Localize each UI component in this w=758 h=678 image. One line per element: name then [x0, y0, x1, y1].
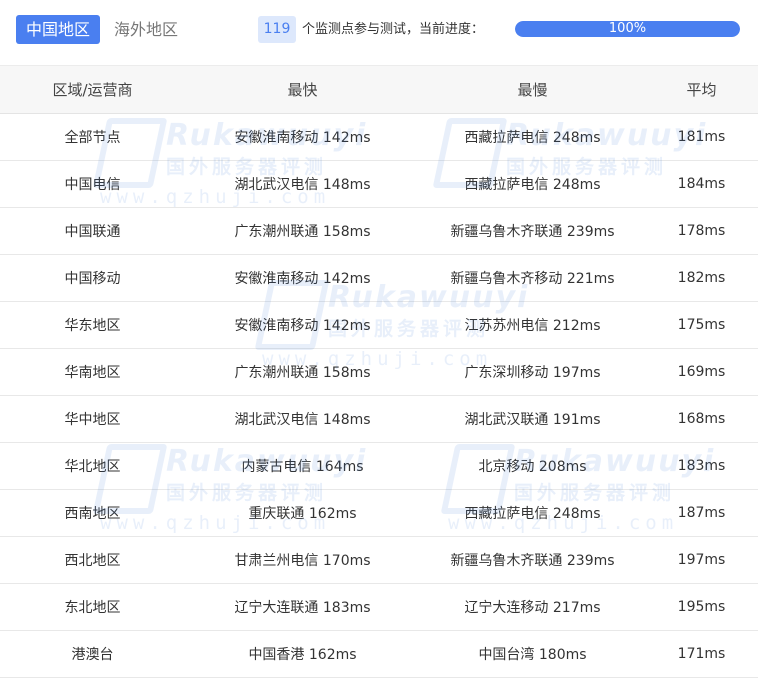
cell-region: 中国移动 [64, 271, 121, 287]
progress-percent: 100% [608, 21, 647, 36]
cell-average: 182ms [677, 270, 726, 286]
cell-average: 175ms [677, 317, 726, 333]
monitor-count-badge: 119 [258, 16, 296, 43]
cell-fastest: 安徽淮南移动 142ms [234, 130, 371, 146]
cell-fastest: 湖北武汉电信 148ms [234, 412, 371, 428]
cell-fastest: 广东潮州联通 158ms [234, 224, 371, 240]
cell-slowest: 西藏拉萨电信 248ms [464, 506, 601, 522]
cell-fastest: 甘肃兰州电信 170ms [234, 553, 371, 569]
table-row: 西北地区 甘肃兰州电信 170ms 新疆乌鲁木齐联通 239ms 197ms [0, 537, 758, 584]
cell-region: 中国电信 [64, 177, 121, 193]
table-row: 中国移动 安徽淮南移动 142ms 新疆乌鲁木齐移动 221ms 182ms [0, 255, 758, 302]
header-slowest: 最慢 [517, 81, 548, 99]
cell-slowest: 西藏拉萨电信 248ms [464, 177, 601, 193]
progress-bar: 100% [515, 21, 740, 37]
table-row: 全部节点 安徽淮南移动 142ms 西藏拉萨电信 248ms 181ms [0, 114, 758, 161]
cell-slowest: 湖北武汉联通 191ms [464, 412, 601, 428]
cell-region: 西南地区 [64, 506, 121, 522]
table-row: 西南地区 重庆联通 162ms 西藏拉萨电信 248ms 187ms [0, 490, 758, 537]
cell-slowest: 北京移动 208ms [478, 459, 587, 475]
cell-region: 华南地区 [64, 365, 121, 381]
cell-average: 197ms [677, 552, 726, 568]
top-bar: 中国地区 海外地区 119 个监测点参与测试，当前进度： 100% [0, 0, 758, 62]
cell-average: 171ms [677, 646, 726, 662]
header-region: 区域/运营商 [52, 81, 133, 99]
cell-average: 178ms [677, 223, 726, 239]
cell-region: 全部节点 [64, 130, 121, 146]
cell-region: 华东地区 [64, 318, 121, 334]
cell-slowest: 新疆乌鲁木齐联通 239ms [450, 553, 615, 569]
table-row: 中国联通 广东潮州联通 158ms 新疆乌鲁木齐联通 239ms 178ms [0, 208, 758, 255]
cell-fastest: 安徽淮南移动 142ms [234, 318, 371, 334]
cell-average: 181ms [677, 129, 726, 145]
cell-region: 华北地区 [64, 459, 121, 475]
result-table: 区域/运营商 最快 最慢 平均 全部节点 安徽淮南移动 142ms 西藏拉萨电信 2… [0, 65, 758, 678]
tab-china[interactable]: 中国地区 [16, 15, 100, 44]
cell-slowest: 新疆乌鲁木齐移动 221ms [450, 271, 615, 287]
cell-slowest: 江苏苏州电信 212ms [464, 318, 601, 334]
cell-slowest: 辽宁大连移动 217ms [464, 600, 601, 616]
table-body: 全部节点 安徽淮南移动 142ms 西藏拉萨电信 248ms 181ms 中国电信 湖北武… [0, 114, 758, 678]
header-average: 平均 [686, 81, 717, 99]
tab-overseas[interactable]: 海外地区 [114, 15, 194, 44]
table-row: 华北地区 内蒙古电信 164ms 北京移动 208ms 183ms [0, 443, 758, 490]
cell-region: 东北地区 [64, 600, 121, 616]
table-row: 华南地区 广东潮州联通 158ms 广东深圳移动 197ms 169ms [0, 349, 758, 396]
cell-fastest: 辽宁大连联通 183ms [234, 600, 371, 616]
table-row: 东北地区 辽宁大连联通 183ms 辽宁大连移动 217ms 195ms [0, 584, 758, 631]
cell-slowest: 广东深圳移动 197ms [464, 365, 601, 381]
cell-average: 168ms [677, 411, 726, 427]
progress-description: 个监测点参与测试，当前进度： [302, 22, 485, 37]
cell-fastest: 湖北武汉电信 148ms [234, 177, 371, 193]
cell-slowest: 西藏拉萨电信 248ms [464, 130, 601, 146]
cell-average: 183ms [677, 458, 726, 474]
header-fastest: 最快 [287, 81, 318, 99]
cell-average: 187ms [677, 505, 726, 521]
cell-slowest: 中国台湾 180ms [478, 647, 587, 663]
cell-average: 195ms [677, 599, 726, 615]
table-header-row: 区域/运营商 最快 最慢 平均 [0, 65, 758, 114]
cell-region: 华中地区 [64, 412, 121, 428]
cell-slowest: 新疆乌鲁木齐联通 239ms [450, 224, 615, 240]
cell-region: 中国联通 [64, 224, 121, 240]
cell-average: 169ms [677, 364, 726, 380]
cell-region: 港澳台 [71, 647, 114, 663]
table-row: 港澳台 中国香港 162ms 中国台湾 180ms 171ms [0, 631, 758, 678]
table-row: 华东地区 安徽淮南移动 142ms 江苏苏州电信 212ms 175ms [0, 302, 758, 349]
table-row: 华中地区 湖北武汉电信 148ms 湖北武汉联通 191ms 168ms [0, 396, 758, 443]
cell-fastest: 安徽淮南移动 142ms [234, 271, 371, 287]
cell-fastest: 广东潮州联通 158ms [234, 365, 371, 381]
table-row: 中国电信 湖北武汉电信 148ms 西藏拉萨电信 248ms 184ms [0, 161, 758, 208]
cell-average: 184ms [677, 176, 726, 192]
cell-fastest: 内蒙古电信 164ms [241, 459, 364, 475]
cell-region: 西北地区 [64, 553, 121, 569]
cell-fastest: 重庆联通 162ms [248, 506, 357, 522]
cell-fastest: 中国香港 162ms [248, 647, 357, 663]
